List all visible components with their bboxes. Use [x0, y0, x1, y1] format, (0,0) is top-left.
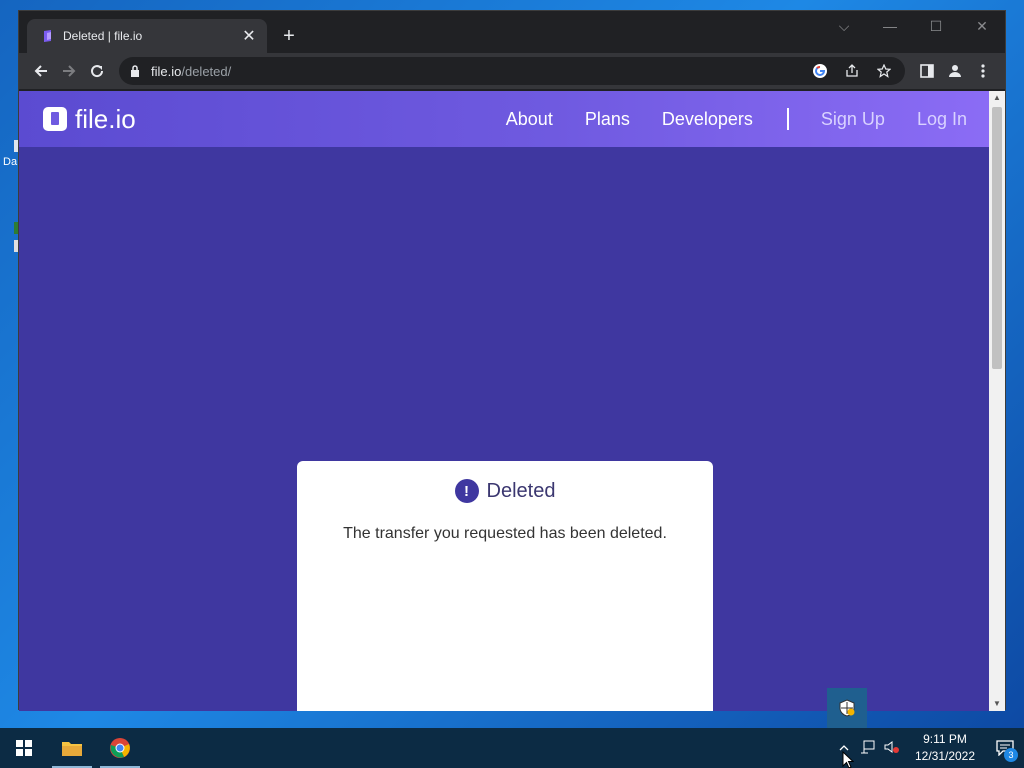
tray-overflow-popup[interactable] [827, 688, 867, 728]
profile-icon [949, 65, 961, 77]
system-tray: 9:11 PM 12/31/2022 3 [832, 728, 1024, 768]
chrome-taskbar-button[interactable] [96, 728, 144, 768]
page-scrollbar[interactable]: ▲ ▼ [989, 91, 1005, 711]
folder-icon [62, 742, 82, 756]
share-button[interactable] [841, 60, 863, 82]
desktop-icon-stub[interactable]: Da [0, 140, 18, 174]
site-logo[interactable]: file.io [43, 104, 136, 135]
tab-strip: Deleted | file.io ✕ + ⌵ — ☐ ✕ [19, 11, 1005, 53]
back-button[interactable] [27, 57, 55, 85]
nav-divider [786, 108, 789, 130]
browser-tab[interactable]: Deleted | file.io ✕ [27, 19, 267, 53]
volume-muted-icon [884, 740, 899, 753]
security-shield-icon[interactable] [838, 699, 856, 717]
kebab-menu-icon [981, 64, 985, 78]
address-bar[interactable]: file.io/deleted/ [119, 57, 905, 85]
volume-button[interactable] [880, 740, 904, 757]
windows-taskbar: 9:11 PM 12/31/2022 3 [0, 728, 1024, 768]
reload-button[interactable] [83, 57, 111, 85]
browser-toolbar: file.io/deleted/ [19, 53, 1005, 89]
new-tab-button[interactable]: + [277, 25, 301, 48]
close-window-button[interactable]: ✕ [959, 11, 1005, 41]
profile-button[interactable] [941, 57, 969, 85]
brand-name: file.io [75, 103, 136, 134]
taskbar-clock[interactable]: 9:11 PM 12/31/2022 [910, 731, 980, 765]
url-host: file.io [151, 63, 182, 79]
scroll-up-icon[interactable]: ▲ [989, 91, 1005, 105]
side-panel-button[interactable] [913, 57, 941, 85]
start-button[interactable] [0, 728, 48, 768]
clock-time: 9:11 PM [923, 732, 967, 746]
nav-login-link[interactable]: Log In [917, 109, 967, 130]
notification-count-badge: 3 [1004, 748, 1018, 762]
chrome-icon [110, 738, 130, 758]
tab-title: Deleted | file.io [63, 29, 143, 43]
file-explorer-taskbar-button[interactable] [48, 728, 96, 768]
site-nav: About Plans Developers Sign Up Log In [474, 108, 967, 130]
maximize-button[interactable]: ☐ [913, 11, 959, 41]
minimize-button[interactable]: — [867, 11, 913, 41]
tab-search-button[interactable]: ⌵ [821, 11, 867, 41]
fileio-favicon-icon [44, 30, 51, 42]
nav-about-link[interactable]: About [506, 109, 553, 130]
windows-logo-icon [16, 740, 32, 756]
page-viewport: file.io About Plans Developers Sign Up L… [19, 91, 991, 711]
menu-button[interactable] [969, 57, 997, 85]
deleted-card: ! Deleted The transfer you requested has… [297, 461, 713, 711]
reload-icon [91, 65, 104, 78]
bookmark-button[interactable] [873, 60, 895, 82]
back-arrow-icon [34, 65, 47, 77]
card-header: ! Deleted [297, 479, 713, 503]
action-center-button[interactable]: 3 [986, 728, 1024, 768]
mouse-cursor-icon [842, 751, 854, 768]
alert-icon: ! [454, 479, 479, 503]
google-icon [813, 64, 827, 78]
scroll-down-icon[interactable]: ▼ [989, 697, 1005, 711]
card-title: Deleted [486, 479, 556, 502]
browser-window: Deleted | file.io ✕ + ⌵ — ☐ ✕ file.io/de… [18, 10, 1006, 711]
nav-signup-link[interactable]: Sign Up [821, 109, 885, 130]
card-message: The transfer you requested has been dele… [343, 525, 667, 542]
desktop-icon-label: Da [3, 156, 18, 168]
forward-button[interactable] [55, 57, 83, 85]
forward-arrow-icon [63, 65, 76, 77]
fileio-logo-icon [43, 107, 67, 131]
nav-developers-link[interactable]: Developers [662, 109, 753, 130]
url-path: /deleted/ [181, 63, 232, 79]
network-icon [861, 740, 875, 753]
scroll-thumb[interactable] [992, 107, 1002, 369]
desktop-icon-stub-2[interactable] [0, 222, 18, 256]
google-lens-button[interactable] [809, 60, 831, 82]
star-icon [877, 64, 891, 78]
tab-close-icon[interactable]: ✕ [241, 26, 257, 46]
lock-icon [131, 65, 139, 77]
clock-date: 12/31/2022 [914, 749, 976, 763]
share-icon [846, 64, 858, 77]
side-panel-icon [920, 64, 934, 78]
site-header: file.io About Plans Developers Sign Up L… [19, 91, 991, 147]
network-button[interactable] [856, 740, 880, 757]
nav-plans-link[interactable]: Plans [585, 109, 630, 130]
